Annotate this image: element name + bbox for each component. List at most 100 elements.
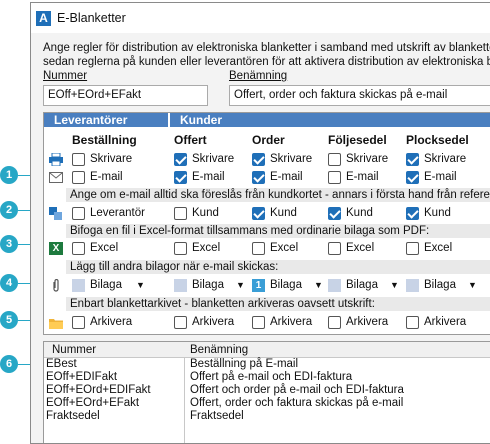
- cell-nummer: EBest: [46, 358, 77, 370]
- list-row[interactable]: EOff+EDIFakt Offert på e-mail och EDI-fak…: [44, 371, 490, 384]
- attachment-icon: [328, 279, 341, 292]
- e-blanketter-window: A E-Blanketter Ange regler för distribut…: [30, 2, 490, 444]
- label-email: E-mail: [90, 171, 123, 183]
- nummer-field[interactable]: EOff+EOrd+EFakt: [43, 85, 208, 106]
- header-benamning[interactable]: Benämning: [190, 344, 248, 356]
- label-excel: Excel: [424, 242, 453, 254]
- cell-nummer: Fraktsedel: [46, 410, 100, 422]
- checkbox-excel-foljesedel[interactable]: [328, 242, 341, 255]
- paperclip-icon: [49, 279, 63, 292]
- checkbox-excel-plocksedel[interactable]: [406, 242, 419, 255]
- list-row[interactable]: EOff+EOrd+EDIFakt Offert och order på e-m…: [44, 384, 490, 397]
- bilaga-dropdown-offert[interactable]: ▼: [236, 280, 245, 290]
- checkbox-ref-foljesedel[interactable]: [328, 207, 341, 220]
- checkbox-ref-plocksedel[interactable]: [406, 207, 419, 220]
- checkbox-ref-order[interactable]: [252, 207, 265, 220]
- label-email: E-mail: [424, 171, 457, 183]
- cell-nummer: EOff+EDIFakt: [46, 371, 118, 383]
- label-excel: Excel: [270, 242, 299, 254]
- cell-benamning: Beställning på E-mail: [190, 358, 299, 370]
- label-excel: Excel: [192, 242, 221, 254]
- folder-icon: [49, 316, 63, 329]
- label-kund: Kund: [346, 207, 373, 219]
- label-email: E-mail: [270, 171, 303, 183]
- list-row[interactable]: Fraktsedel Fraktsedel: [44, 410, 490, 423]
- bilaga-dropdown-plocksedel[interactable]: ▼: [468, 280, 477, 290]
- cell-benamning: Offert och order på e-mail och EDI-faktu…: [190, 384, 404, 396]
- numbered-attachment-icon: 1: [252, 279, 265, 292]
- label-arkivera: Arkivera: [424, 316, 467, 328]
- window-title: E-Blanketter: [57, 11, 126, 25]
- checkbox-archive-bestallning[interactable]: [72, 316, 85, 329]
- checkbox-archive-foljesedel[interactable]: [328, 316, 341, 329]
- col-order: Order: [252, 133, 285, 147]
- bilaga-dropdown-order[interactable]: ▼: [314, 280, 323, 290]
- printer-icon: [49, 153, 63, 166]
- contacts-icon: [49, 207, 63, 220]
- label-kund: Kund: [270, 207, 297, 219]
- checkbox-skrivare-order[interactable]: [252, 153, 265, 166]
- email-icon: [49, 171, 63, 184]
- list-header: Nummer Benämning: [44, 342, 490, 358]
- checkbox-email-foljesedel[interactable]: [328, 171, 341, 184]
- description-line-2: sedan reglerna på kunden eller leverantö…: [43, 56, 490, 68]
- label-skrivare: Skrivare: [424, 153, 467, 165]
- header-nummer[interactable]: Nummer: [52, 344, 96, 356]
- label-email: E-mail: [346, 171, 379, 183]
- callout-5: 5: [0, 311, 18, 329]
- label-skrivare: Skrivare: [346, 153, 389, 165]
- bilaga-dropdown-bestallning[interactable]: ▼: [136, 280, 145, 290]
- callout-6: 6: [0, 355, 18, 373]
- attachment-icon: [174, 279, 187, 292]
- cell-nummer: EOff+EOrd+EDIFakt: [46, 384, 151, 396]
- description-line-1: Ange regler för distribution av elektron…: [43, 42, 490, 54]
- cell-benamning: Offert på e-mail och EDI-faktura: [190, 371, 353, 383]
- label-skrivare: Skrivare: [192, 153, 235, 165]
- checkbox-excel-bestallning[interactable]: [72, 242, 85, 255]
- callout-4: 4: [0, 274, 18, 292]
- list-row[interactable]: EOff+EOrd+EFakt Offert, order och faktura…: [44, 397, 490, 410]
- excel-icon: X: [49, 242, 63, 255]
- checkbox-email-order[interactable]: [252, 171, 265, 184]
- checkbox-archive-order[interactable]: [252, 316, 265, 329]
- label-skrivare: Skrivare: [270, 153, 313, 165]
- benamning-field[interactable]: Offert, order och faktura skickas på e-m…: [229, 85, 490, 106]
- checkbox-skrivare-plocksedel[interactable]: [406, 153, 419, 166]
- distribution-grid: Leverantörer Kunder Beställning Offert O…: [43, 112, 490, 335]
- label-kund: Kund: [424, 207, 451, 219]
- nummer-label: Nummer: [43, 70, 88, 82]
- checkbox-skrivare-offert[interactable]: [174, 153, 187, 166]
- checkbox-excel-order[interactable]: [252, 242, 265, 255]
- callout-1: 1: [0, 166, 18, 184]
- title-bar: A E-Blanketter: [31, 3, 490, 33]
- attachment-icon: [406, 279, 419, 292]
- checkbox-email-plocksedel[interactable]: [406, 171, 419, 184]
- label-bilaga: Bilaga: [270, 279, 302, 291]
- label-leverantor: Leverantör: [90, 207, 145, 219]
- checkbox-skrivare-foljesedel[interactable]: [328, 153, 341, 166]
- label-skrivare: Skrivare: [90, 153, 133, 165]
- checkbox-skrivare-bestallning[interactable]: [72, 153, 85, 166]
- description: Ange regler för distribution av elektron…: [43, 41, 490, 69]
- rules-list: Nummer Benämning EBest Beställning på E-m…: [43, 341, 490, 443]
- checkbox-email-offert[interactable]: [174, 171, 187, 184]
- bilaga-dropdown-foljesedel[interactable]: ▼: [390, 280, 399, 290]
- label-email: E-mail: [192, 171, 225, 183]
- label-arkivera: Arkivera: [270, 316, 313, 328]
- checkbox-archive-plocksedel[interactable]: [406, 316, 419, 329]
- label-excel: Excel: [90, 242, 119, 254]
- cell-nummer: EOff+EOrd+EFakt: [46, 397, 140, 409]
- ref-note: Ange om e-mail alltid ska föreslås från …: [66, 188, 490, 202]
- label-bilaga: Bilaga: [90, 279, 122, 291]
- checkbox-email-bestallning[interactable]: [72, 171, 85, 184]
- checkbox-excel-offert[interactable]: [174, 242, 187, 255]
- group-header-kunder: Kunder: [170, 113, 490, 127]
- archive-note: Enbart blankettarkivet - blanketten arki…: [66, 297, 490, 311]
- list-row[interactable]: EBest Beställning på E-mail: [44, 358, 490, 371]
- col-bestallning: Beställning: [72, 133, 137, 147]
- checkbox-ref-bestallning[interactable]: [72, 207, 85, 220]
- checkbox-archive-offert[interactable]: [174, 316, 187, 329]
- checkbox-ref-offert[interactable]: [174, 207, 187, 220]
- col-foljesedel: Följesedel: [328, 133, 387, 147]
- group-header-leverantorer: Leverantörer: [44, 113, 168, 127]
